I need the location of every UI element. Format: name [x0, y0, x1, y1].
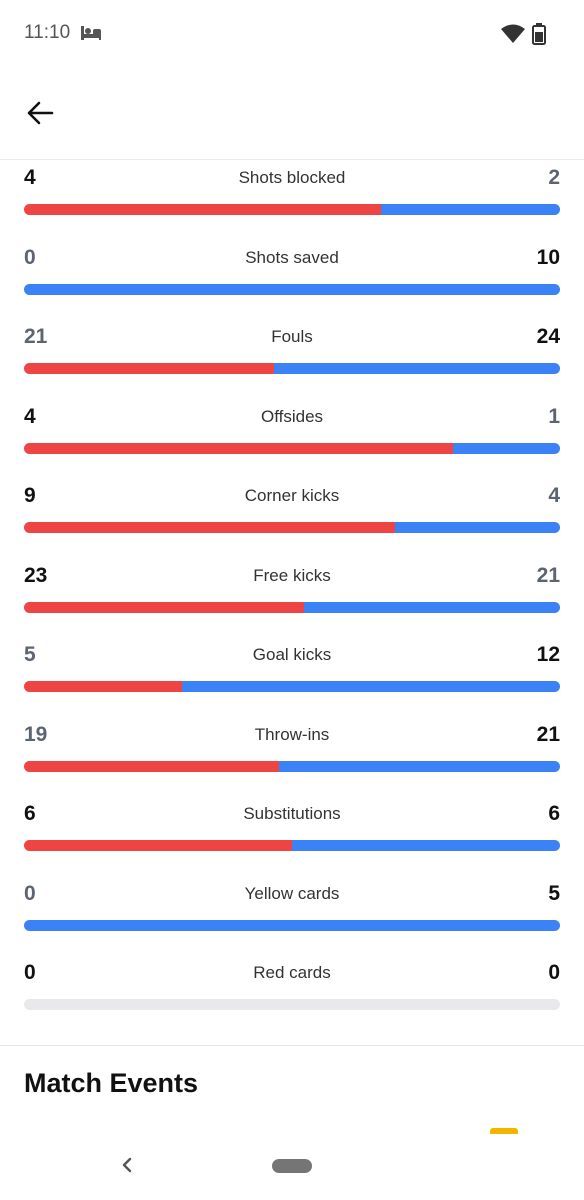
battery-icon	[532, 23, 546, 50]
stat-bar-home-segment	[24, 442, 453, 454]
stat-away-value: 21	[536, 563, 560, 587]
stat-label: Shots saved	[245, 247, 339, 267]
stat-label: Yellow cards	[244, 883, 340, 903]
system-nav-bar	[0, 1140, 584, 1200]
stat-bar-away-segment	[278, 760, 560, 772]
stat-label: Substitutions	[243, 804, 341, 823]
stat-row: 23 Free kicks 21	[0, 558, 584, 638]
stat-row: 19 Throw-ins 21	[0, 717, 584, 797]
stat-label: Free kicks	[253, 565, 331, 585]
stat-row: 5 Goal kicks 12	[0, 637, 584, 717]
stat-away-value: 12	[536, 643, 560, 666]
stat-row: 0 Shots saved 10	[0, 240, 584, 320]
stat-label: Offsides	[260, 406, 324, 426]
section-divider	[0, 1045, 584, 1046]
stat-bar-away-segment	[304, 601, 560, 613]
stat-label: Goal kicks	[252, 645, 332, 664]
stat-row: 6 Substitutions 6	[0, 796, 584, 876]
stat-bar	[24, 283, 560, 295]
nav-home-pill[interactable]	[272, 1159, 312, 1173]
stat-away-value: 24	[536, 325, 560, 348]
stat-bar-away-segment	[452, 442, 560, 454]
stat-away-value: 5	[548, 881, 560, 905]
stat-bar-away-segment	[274, 363, 560, 374]
stat-bar	[24, 522, 560, 533]
stat-row: 4 Offsides 1	[0, 399, 584, 479]
nav-back-button[interactable]	[116, 1154, 138, 1176]
stat-bar-away-segment	[24, 919, 560, 931]
stat-label: Corner kicks	[244, 486, 340, 505]
back-button[interactable]	[18, 96, 62, 134]
stat-bar	[24, 681, 560, 692]
stat-bar	[24, 999, 560, 1010]
stat-bar	[24, 760, 560, 772]
stat-bar-away-segment	[181, 681, 560, 692]
card-peek	[490, 1128, 518, 1134]
stat-label: Shots blocked	[238, 168, 346, 187]
stat-bar-away-segment	[395, 522, 560, 533]
stat-label: Throw-ins	[254, 724, 330, 744]
stat-bar-away-segment	[292, 840, 560, 851]
stat-bar-home-segment	[24, 760, 279, 772]
stat-row: 21 Fouls 24	[0, 319, 584, 399]
stat-away-value: 1	[548, 404, 560, 428]
stat-bar-home-segment	[24, 840, 292, 851]
stat-away-value: 0	[548, 961, 560, 984]
stat-bar	[24, 363, 560, 374]
stat-bar	[24, 204, 560, 215]
stat-bar	[24, 919, 560, 931]
stat-row: 4 Shots blocked 2	[0, 160, 584, 240]
stat-label: Fouls	[271, 327, 313, 346]
chevron-left-icon	[116, 1157, 138, 1180]
stat-row: 9 Corner kicks 4	[0, 478, 584, 558]
stat-bar-home-segment	[24, 601, 305, 613]
stat-away-value: 4	[548, 484, 560, 507]
stat-label: Red cards	[253, 963, 331, 982]
stat-bar-away-segment	[381, 204, 560, 215]
app-bar	[0, 70, 584, 160]
stat-bar-away-segment	[24, 283, 560, 295]
bed-icon	[80, 25, 102, 46]
stat-away-value: 6	[548, 802, 560, 825]
stat-bar	[24, 840, 560, 851]
stat-bar	[24, 442, 560, 454]
stat-away-value: 2	[548, 166, 560, 189]
status-time: 11:10	[24, 22, 71, 43]
stat-away-value: 10	[536, 245, 560, 269]
stat-bar-home-segment	[24, 204, 382, 215]
stat-bar-home-segment	[24, 522, 396, 533]
status-bar: 11:10	[0, 0, 584, 70]
stat-row: 0 Yellow cards 5	[0, 876, 584, 956]
stat-away-value: 21	[536, 722, 560, 746]
match-events-title: Match Events	[24, 1068, 199, 1098]
match-stats-list: 4 Shots blocked 2 0 Shots saved 10 21 Fouls 24 4 O…	[0, 160, 584, 1035]
wifi-icon	[501, 24, 525, 49]
stat-row: 0 Red cards 0	[0, 955, 584, 1035]
stat-bar	[24, 601, 560, 613]
stat-bar-home-segment	[24, 363, 275, 374]
stat-bar-home-segment	[24, 681, 182, 692]
arrow-left-icon	[26, 101, 54, 130]
